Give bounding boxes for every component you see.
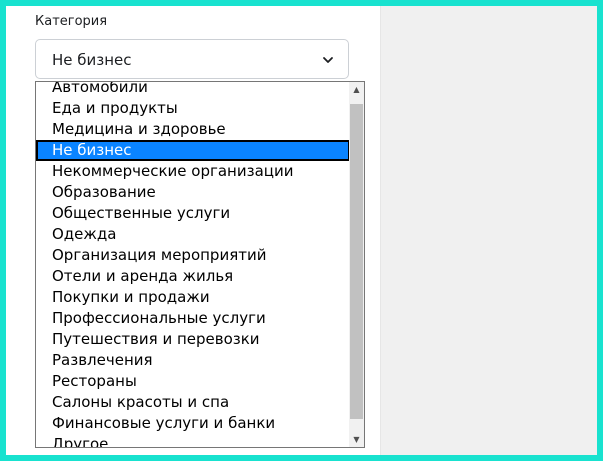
dropdown-option[interactable]: Отели и аренда жилья bbox=[36, 266, 350, 287]
scrollbar-thumb[interactable] bbox=[350, 104, 363, 419]
dropdown-option[interactable]: Профессиональные услуги bbox=[36, 308, 350, 329]
dropdown-option[interactable]: Путешествия и перевозки bbox=[36, 329, 350, 350]
dropdown-option[interactable]: Рестораны bbox=[36, 371, 350, 392]
dropdown-option[interactable]: Салоны красоты и спа bbox=[36, 392, 350, 413]
dropdown-option[interactable]: Финансовые услуги и банки bbox=[36, 413, 350, 434]
dropdown-option[interactable]: Образование bbox=[36, 182, 350, 203]
chevron-down-icon bbox=[323, 57, 333, 63]
dropdown-option-selected[interactable]: Не бизнес bbox=[36, 140, 350, 161]
dropdown-option[interactable]: Развлечения bbox=[36, 350, 350, 371]
dropdown-option[interactable]: Покупки и продажи bbox=[36, 287, 350, 308]
page-content: Категория Не бизнес Автомобили Еда и про… bbox=[6, 6, 597, 455]
category-dropdown-list[interactable]: Автомобили Еда и продукты Медицина и здо… bbox=[35, 81, 365, 448]
right-panel bbox=[380, 6, 597, 455]
dropdown-option[interactable]: Автомобили bbox=[36, 82, 350, 98]
category-select[interactable]: Не бизнес bbox=[35, 39, 349, 79]
dropdown-scrollbar[interactable]: ▲ ▼ bbox=[349, 82, 364, 447]
dropdown-option[interactable]: Медицина и здоровье bbox=[36, 119, 350, 140]
category-label: Категория bbox=[35, 14, 108, 29]
scroll-up-arrow-icon[interactable]: ▲ bbox=[349, 82, 364, 97]
screenshot-frame: Категория Не бизнес Автомобили Еда и про… bbox=[0, 0, 603, 461]
dropdown-option[interactable]: Общественные услуги bbox=[36, 203, 350, 224]
dropdown-option[interactable]: Другое bbox=[36, 434, 350, 447]
dropdown-option[interactable]: Некоммерческие организации bbox=[36, 161, 350, 182]
category-select-value: Не бизнес bbox=[52, 51, 132, 69]
dropdown-option[interactable]: Организация мероприятий bbox=[36, 245, 350, 266]
dropdown-option[interactable]: Одежда bbox=[36, 224, 350, 245]
dropdown-options: Автомобили Еда и продукты Медицина и здо… bbox=[36, 82, 350, 447]
dropdown-option[interactable]: Еда и продукты bbox=[36, 98, 350, 119]
scroll-down-arrow-icon[interactable]: ▼ bbox=[349, 432, 364, 447]
